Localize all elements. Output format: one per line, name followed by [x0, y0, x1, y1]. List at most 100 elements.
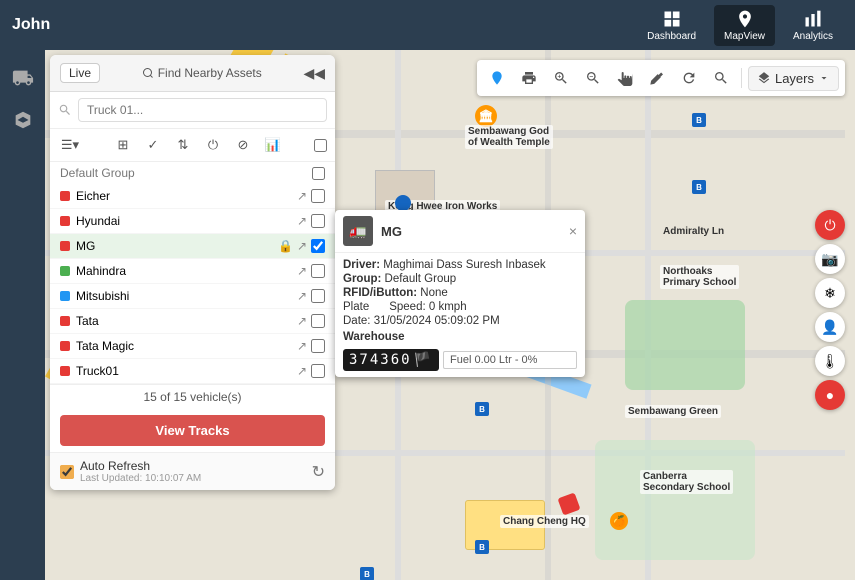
view-tracks-btn[interactable]: View Tracks	[60, 415, 325, 446]
vehicle-checkbox[interactable]	[311, 314, 325, 328]
vehicle-actions: ↗	[297, 314, 325, 328]
share-icon[interactable]: ↗	[297, 189, 307, 203]
box-icon[interactable]	[5, 102, 41, 138]
vehicle-checkbox[interactable]	[311, 214, 325, 228]
camera-tool-btn[interactable]: 📷	[815, 244, 845, 274]
map-area[interactable]: The Carpenters Bar 🏛 Sembawang Godof Wea…	[45, 50, 855, 580]
vehicle-item-tatamagic: Tata Magic ↗	[50, 334, 335, 359]
vehicle-checkbox[interactable]	[311, 264, 325, 278]
search-input[interactable]	[78, 98, 327, 122]
left-sidebar	[0, 50, 45, 580]
vehicle-name: Tata	[76, 314, 291, 328]
vehicle-checkbox[interactable]	[311, 289, 325, 303]
dashboard-nav-btn[interactable]: Dashboard	[637, 5, 706, 46]
info-popup: 🚛 MG × Driver: Maghimai Dass Suresh Inba…	[335, 210, 585, 377]
truck-icon[interactable]	[5, 60, 41, 96]
share-icon[interactable]: ↗	[297, 364, 307, 378]
temp-tool-btn[interactable]: 🌡	[815, 346, 845, 376]
fuel-label: Fuel 0.00 Ltr - 0%	[450, 354, 537, 366]
mapview-label: MapView	[724, 31, 765, 42]
right-toolbar: ⏻ 📷 ❄ 👤 🌡 ●	[815, 210, 845, 410]
panel-collapse-btn[interactable]: ◀◀	[303, 65, 325, 82]
share-icon[interactable]: ↗	[297, 239, 307, 253]
vehicle-actions: ↗	[297, 364, 325, 378]
vehicle-item-tata: Tata ↗	[50, 309, 335, 334]
pin-tool-btn[interactable]	[483, 64, 511, 92]
layers-dropdown-btn[interactable]: Layers	[748, 66, 839, 91]
filter-grid-btn[interactable]: ⊞	[111, 133, 135, 157]
share-icon[interactable]: ↗	[297, 289, 307, 303]
lock-icon: 🔒	[278, 239, 293, 253]
vehicle-dot	[60, 266, 70, 276]
find-nearby-label: Find Nearby Assets	[158, 66, 262, 80]
vehicle-dot	[60, 216, 70, 226]
popup-close-btn[interactable]: ×	[569, 223, 577, 239]
filter-sort-btn[interactable]: ⇅	[171, 133, 195, 157]
search-map-btn[interactable]	[707, 64, 735, 92]
vehicle-actions: ↗	[297, 189, 325, 203]
refresh-tool-btn[interactable]	[675, 64, 703, 92]
status-tool-btn[interactable]: ●	[815, 380, 845, 410]
vehicle-checkbox[interactable]	[311, 339, 325, 353]
popup-rfid-row: RFID/iButton: None	[343, 287, 577, 299]
person-tool-btn[interactable]: 👤	[815, 312, 845, 342]
auto-refresh-label: Auto Refresh	[80, 459, 150, 473]
share-icon[interactable]: ↗	[297, 314, 307, 328]
vehicle-item-hyundai: Hyundai ↗	[50, 209, 335, 234]
vehicle-actions: ↗	[297, 264, 325, 278]
share-icon[interactable]: ↗	[297, 214, 307, 228]
odometer-display: 374360 🏴	[343, 349, 439, 371]
vehicle-name: MG	[76, 239, 272, 253]
vehicle-checkbox[interactable]	[311, 364, 325, 378]
filter-power-btn[interactable]: ⏻	[201, 133, 225, 157]
zoom-in-btn[interactable]	[547, 64, 575, 92]
popup-driver-row: Driver: Maghimai Dass Suresh Inbasek	[343, 259, 577, 271]
print-tool-btn[interactable]	[515, 64, 543, 92]
fuel-bar: Fuel 0.00 Ltr - 0%	[443, 351, 577, 369]
plate-label: Plate	[343, 301, 369, 313]
group-name: Default Group	[60, 166, 135, 180]
mapview-nav-btn[interactable]: MapView	[714, 5, 775, 46]
vehicle-checkbox[interactable]	[311, 239, 325, 253]
vehicle-panel: Live Find Nearby Assets ◀◀ ☰▾ ⊞ ✓ ⇅ ⏻ ⊘ …	[50, 55, 335, 490]
group-checkbox[interactable]	[312, 167, 325, 180]
analytics-nav-btn[interactable]: Analytics	[783, 5, 843, 46]
pan-tool-btn[interactable]	[611, 64, 639, 92]
layers-label: Layers	[775, 71, 814, 86]
manual-refresh-btn[interactable]: ↻	[312, 462, 325, 482]
select-all-checkbox[interactable]	[314, 139, 327, 152]
filter-menu-btn[interactable]: ☰▾	[58, 133, 82, 157]
find-nearby-btn[interactable]: Find Nearby Assets	[142, 66, 262, 80]
driver-label: Driver:	[343, 259, 380, 271]
vehicle-marker[interactable]	[560, 495, 578, 513]
vehicle-item-mitsubishi: Mitsubishi ↗	[50, 284, 335, 309]
bus-stop-4: B	[475, 402, 489, 416]
popup-date-row: Date: 31/05/2024 05:09:02 PM	[343, 315, 577, 327]
popup-location-row: Warehouse	[343, 331, 577, 343]
ruler-tool-btn[interactable]	[643, 64, 671, 92]
odometer-value: 374360	[349, 352, 412, 368]
vehicle-name: Hyundai	[76, 214, 291, 228]
live-badge: Live	[60, 63, 100, 83]
location-value: Warehouse	[343, 331, 405, 343]
filter-slash-btn[interactable]: ⊘	[231, 133, 255, 157]
auto-refresh-checkbox[interactable]	[60, 465, 74, 479]
dashboard-label: Dashboard	[647, 31, 696, 42]
vehicle-actions: ↗	[297, 289, 325, 303]
vehicle-checkbox[interactable]	[311, 189, 325, 203]
odometer-row: 374360 🏴 Fuel 0.00 Ltr - 0%	[343, 349, 577, 371]
settings-tool-btn[interactable]: ❄	[815, 278, 845, 308]
zoom-out-btn[interactable]	[579, 64, 607, 92]
vehicle-actions: 🔒 ↗	[278, 239, 325, 253]
filter-chart-btn[interactable]: 📊	[261, 133, 285, 157]
vehicle-actions: ↗	[297, 339, 325, 353]
vehicle-dot	[60, 366, 70, 376]
bus-stop-6: B	[360, 567, 374, 580]
share-icon[interactable]: ↗	[297, 339, 307, 353]
panel-filters: ☰▾ ⊞ ✓ ⇅ ⏻ ⊘ 📊	[50, 129, 335, 162]
odometer-flag: 🏴	[414, 352, 433, 368]
filter-check-btn[interactable]: ✓	[141, 133, 165, 157]
popup-plate-speed-row: Plate Speed: 0 kmph	[343, 301, 577, 313]
power-tool-btn[interactable]: ⏻	[815, 210, 845, 240]
share-icon[interactable]: ↗	[297, 264, 307, 278]
